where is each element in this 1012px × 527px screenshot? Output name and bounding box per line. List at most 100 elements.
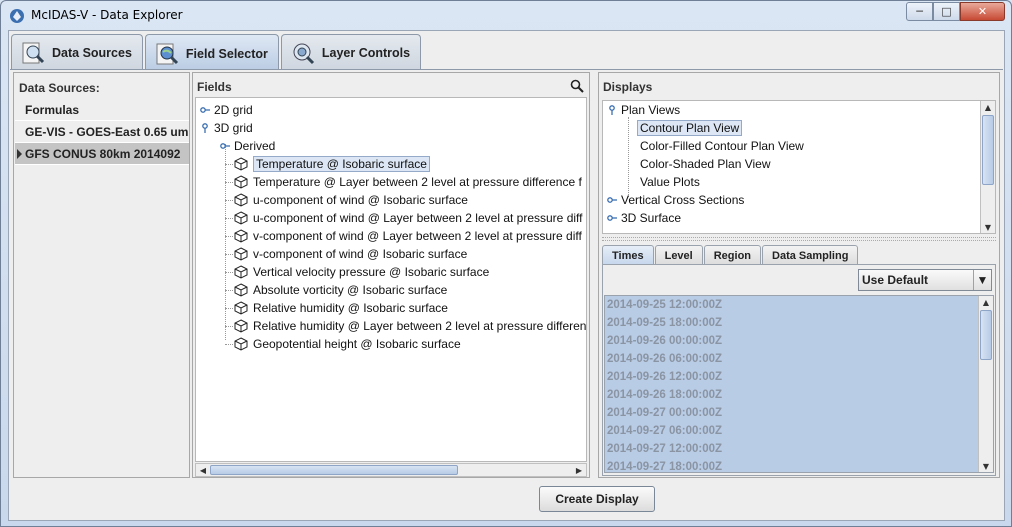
time-item[interactable]: 2014-09-27 06:00:00Z	[605, 422, 993, 440]
tree-node-derived[interactable]: Derived	[220, 137, 275, 155]
time-item[interactable]: 2014-09-27 00:00:00Z	[605, 404, 993, 422]
field-item[interactable]: Absolute vorticity @ Isobaric surface	[234, 281, 447, 299]
field-cube-icon	[234, 229, 248, 243]
time-mode-select[interactable]: Use Default ▼	[858, 269, 992, 291]
time-item[interactable]: 2014-09-26 06:00:00Z	[605, 350, 993, 368]
field-item[interactable]: Temperature @ Isobaric surface	[234, 155, 430, 173]
time-item[interactable]: 2014-09-26 00:00:00Z	[605, 332, 993, 350]
field-label: Geopotential height @ Isobaric surface	[253, 337, 461, 351]
mcidas-app-icon	[10, 9, 24, 23]
field-item[interactable]: v-component of wind @ Isobaric surface	[234, 245, 467, 263]
field-item[interactable]: Temperature @ Layer between 2 level at p…	[234, 173, 582, 191]
tree-node-2d-grid[interactable]: 2D grid	[200, 101, 253, 119]
scroll-right-button[interactable]: ▶	[572, 464, 586, 476]
maximize-icon: □	[941, 5, 952, 18]
field-cube-icon	[234, 301, 248, 315]
field-label: u-component of wind @ Layer between 2 le…	[253, 211, 583, 225]
fields-header: Fields	[197, 80, 232, 94]
tree-node-3d-grid[interactable]: 3D grid	[200, 119, 253, 137]
create-display-button[interactable]: Create Display	[539, 486, 655, 512]
search-icon[interactable]	[570, 79, 584, 93]
minimize-button[interactable]: ─	[906, 2, 933, 21]
display-label: Color-Filled Contour Plan View	[640, 139, 804, 153]
display-item-contour-plan-view[interactable]: Contour Plan View	[637, 119, 743, 137]
scroll-thumb[interactable]	[980, 310, 992, 360]
data-sources-panel: Data Sources: Formulas GE-VIS - GOES-Eas…	[13, 72, 190, 478]
display-item-value-plots[interactable]: Value Plots	[640, 173, 700, 191]
tree-handle-icon	[607, 215, 617, 221]
data-source-label: Formulas	[25, 102, 80, 117]
fields-tree[interactable]: 2D grid 3D grid Derived Temperature @ Is…	[195, 97, 587, 462]
display-item-color-shaded[interactable]: Color-Shaded Plan View	[640, 155, 771, 173]
tree-node-label: Plan Views	[621, 103, 681, 117]
tab-label: Data Sources	[52, 45, 132, 60]
data-source-label: GE-VIS - GOES-East 0.65 um	[25, 124, 189, 139]
time-item[interactable]: 2014-09-26 12:00:00Z	[605, 368, 993, 386]
minimize-icon: ─	[916, 5, 923, 18]
field-item[interactable]: u-component of wind @ Isobaric surface	[234, 191, 468, 209]
tab-level[interactable]: Level	[654, 245, 703, 265]
display-label: Value Plots	[640, 175, 700, 189]
scroll-left-button[interactable]: ◀	[196, 464, 210, 476]
scroll-up-button[interactable]: ▲	[981, 101, 995, 113]
tab-times[interactable]: Times	[602, 245, 654, 265]
tree-node-vertical-cross-sections[interactable]: Vertical Cross Sections	[607, 191, 744, 209]
field-item[interactable]: Vertical velocity pressure @ Isobaric su…	[234, 263, 489, 281]
field-label: Absolute vorticity @ Isobaric surface	[253, 283, 448, 297]
data-source-gfs-conus[interactable]: GFS CONUS 80km 2014092	[15, 143, 189, 165]
field-cube-icon	[234, 157, 248, 171]
tab-label: Layer Controls	[321, 45, 411, 60]
time-item[interactable]: 2014-09-25 18:00:00Z	[605, 314, 993, 332]
tab-data-sampling[interactable]: Data Sampling	[762, 245, 859, 265]
data-source-formulas[interactable]: Formulas	[15, 99, 189, 121]
tab-region[interactable]: Region	[703, 245, 762, 265]
times-list[interactable]: 2014-09-25 12:00:00Z 2014-09-25 18:00:00…	[604, 295, 994, 473]
tree-node-3d-surface[interactable]: 3D Surface	[607, 209, 681, 227]
tab-data-sources[interactable]: Data Sources	[11, 34, 143, 70]
field-item[interactable]: u-component of wind @ Layer between 2 le…	[234, 209, 582, 227]
time-item[interactable]: 2014-09-25 12:00:00Z	[605, 296, 993, 314]
scroll-up-button[interactable]: ▲	[979, 296, 993, 308]
title-bar[interactable]: McIDAS-V - Data Explorer ─ □ ✕	[1, 1, 1011, 31]
field-cube-icon	[234, 319, 248, 333]
field-item[interactable]: Relative humidity @ Layer between 2 leve…	[234, 317, 586, 335]
fields-panel: Fields 2D grid 3D grid Derived Temperatu…	[192, 72, 590, 478]
scroll-thumb[interactable]	[210, 465, 458, 475]
field-item[interactable]: Relative humidity @ Isobaric surface	[234, 299, 448, 317]
tree-handle-icon	[607, 197, 617, 203]
times-vertical-scrollbar[interactable]: ▲ ▼	[978, 296, 993, 472]
scroll-down-button[interactable]: ▼	[979, 460, 993, 472]
scroll-down-button[interactable]: ▼	[981, 221, 995, 233]
maximize-button[interactable]: □	[933, 2, 960, 21]
time-item[interactable]: 2014-09-26 18:00:00Z	[605, 386, 993, 404]
data-sources-header: Data Sources:	[19, 81, 100, 95]
tree-node-plan-views[interactable]: Plan Views	[607, 101, 680, 119]
field-item[interactable]: v-component of wind @ Layer between 2 le…	[234, 227, 582, 245]
fields-horizontal-scrollbar[interactable]: ◀ ▶	[195, 463, 587, 477]
tree-node-label: Derived	[234, 139, 276, 153]
chevron-down-icon[interactable]: ▼	[973, 270, 991, 290]
field-label: v-component of wind @ Isobaric surface	[253, 247, 468, 261]
time-item[interactable]: 2014-09-27 18:00:00Z	[605, 458, 993, 472]
tree-node-label: Vertical Cross Sections	[621, 193, 745, 207]
displays-tree[interactable]: Plan Views Contour Plan View Color-Fille…	[602, 100, 996, 234]
display-item-color-filled-contour[interactable]: Color-Filled Contour Plan View	[640, 137, 804, 155]
close-button[interactable]: ✕	[960, 2, 1005, 21]
tab-layer-controls[interactable]: Layer Controls	[280, 34, 422, 70]
tab-field-selector[interactable]: Field Selector	[144, 34, 279, 72]
data-source-ge-vis[interactable]: GE-VIS - GOES-East 0.65 um	[15, 121, 189, 143]
field-item[interactable]: Geopotential height @ Isobaric surface	[234, 335, 461, 353]
tree-node-label: 3D grid	[214, 121, 253, 135]
field-label: u-component of wind @ Isobaric surface	[253, 193, 468, 207]
layers-magnifier-icon	[293, 43, 314, 64]
tab-label: Level	[664, 249, 693, 262]
tree-handle-expanded-icon	[609, 105, 615, 115]
tree-handle-icon	[220, 143, 230, 149]
time-item[interactable]: 2014-09-27 12:00:00Z	[605, 440, 993, 458]
displays-panel: Displays Plan Views Contour Plan View Co…	[598, 72, 1000, 478]
displays-vertical-scrollbar[interactable]: ▲ ▼	[980, 101, 995, 233]
scroll-thumb[interactable]	[982, 115, 994, 185]
field-label: v-component of wind @ Layer between 2 le…	[253, 229, 582, 243]
explorer-client: Data Sources Field Selector Layer Contro…	[8, 30, 1005, 521]
split-pane-divider[interactable]	[602, 237, 996, 241]
